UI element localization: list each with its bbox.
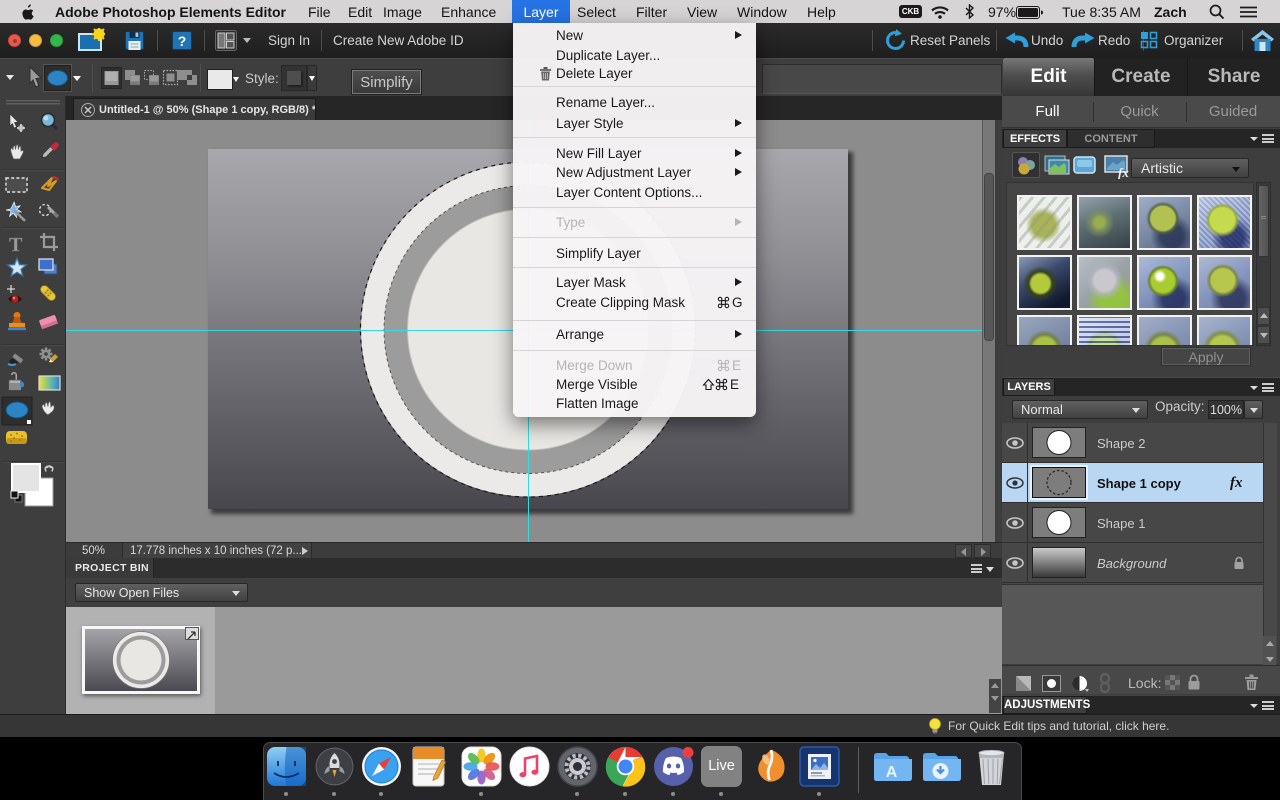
svg-text:fx: fx [1118,165,1129,179]
svg-text:T: T [9,234,23,256]
svg-text:A: A [886,764,898,781]
